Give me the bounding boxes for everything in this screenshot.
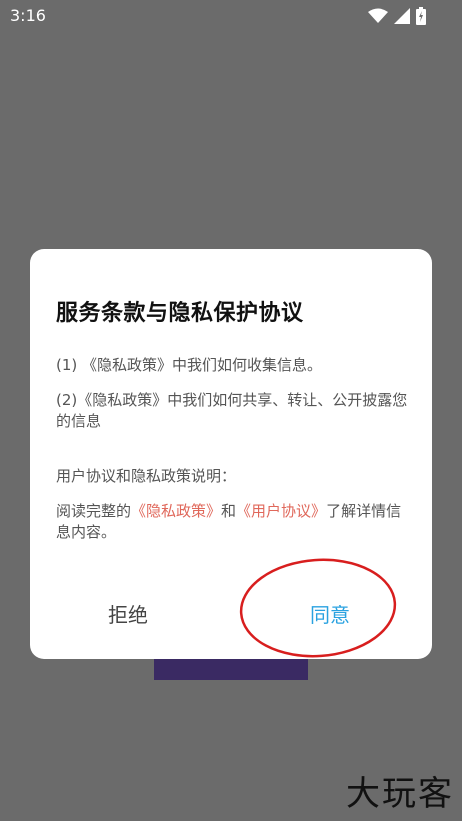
signal-icon	[394, 8, 410, 24]
read-prefix: 阅读完整的	[56, 502, 132, 520]
status-time: 3:16	[10, 6, 46, 25]
watermark: 大玩客	[346, 774, 454, 814]
user-agreement-link[interactable]: 《用户协议》	[236, 502, 326, 520]
item-share-info: (2)《隐私政策》中我们如何共享、转让、公开披露您的信息	[56, 391, 408, 430]
and-text: 和	[221, 502, 237, 520]
dialog-title: 服务条款与隐私保护协议	[56, 301, 304, 326]
item-collect-info: (1) 《隐私政策》中我们如何收集信息。	[56, 356, 323, 374]
battery-icon	[416, 7, 426, 25]
status-icons	[368, 7, 426, 25]
privacy-policy-link[interactable]: 《隐私政策》	[131, 502, 221, 520]
reject-button[interactable]: 拒绝	[108, 599, 148, 628]
status-bar: 3:16	[0, 0, 462, 32]
read-full-text: 阅读完整的《隐私政策》和《用户协议》了解详情信息内容。	[56, 501, 408, 543]
agree-button[interactable]: 同意	[310, 599, 350, 628]
terms-dialog: 服务条款与隐私保护协议 (1) 《隐私政策》中我们如何收集信息。 (2)《隐私政…	[30, 249, 432, 659]
section-label: 用户协议和隐私政策说明：	[56, 467, 237, 485]
wifi-icon	[368, 8, 388, 23]
dialog-body: (1) 《隐私政策》中我们如何收集信息。 (2)《隐私政策》中我们如何共享、转让…	[56, 355, 408, 543]
